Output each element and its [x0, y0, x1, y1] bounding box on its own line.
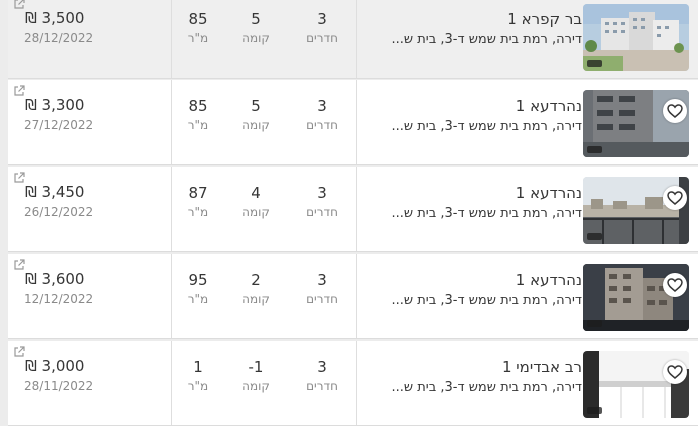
listing-row[interactable]: ₪ 3,300 27/12/2022 85 מ"ר 5 קומה 3 חדרים…	[8, 80, 698, 165]
size-stat: 85 מ"ר	[168, 97, 228, 133]
rooms-label: חדרים	[306, 379, 338, 393]
rooms-value: 3	[317, 97, 327, 115]
column-divider	[356, 254, 357, 338]
floor-stat: 5 קומה	[226, 97, 286, 133]
listing-price: ₪ 3,600	[25, 270, 85, 288]
listing-thumbnail[interactable]	[583, 4, 689, 71]
listing-title: נהרדעא 1	[515, 184, 582, 202]
listing-date: 27/12/2022	[24, 118, 94, 132]
favorite-button[interactable]	[663, 99, 687, 123]
column-divider	[356, 0, 357, 78]
favorite-button[interactable]	[663, 360, 687, 384]
heart-icon	[667, 104, 683, 118]
listing-title: רב אבדימי 1	[501, 358, 582, 376]
rooms-value: 3	[317, 10, 327, 28]
size-label: מ"ר	[187, 205, 209, 219]
size-label: מ"ר	[187, 292, 209, 306]
rooms-label: חדרים	[306, 205, 338, 219]
size-stat: 1 מ"ר	[168, 358, 228, 394]
floor-value: 2	[251, 271, 261, 289]
listing-subtitle: דירה, רמת בית שמש ד-3, בית ש...	[391, 293, 582, 308]
rooms-stat: 3 חדרים	[292, 358, 352, 394]
rooms-stat: 3 חדרים	[292, 10, 352, 46]
listing-subtitle: דירה, רמת בית שמש ד-3, בית ש...	[391, 119, 582, 134]
size-value: 85	[188, 97, 208, 115]
size-value: 1	[193, 358, 203, 376]
floor-label: קומה	[242, 205, 270, 219]
floor-label: קומה	[242, 31, 270, 45]
listing-subtitle: דירה, רמת בית שמש ד-3, בית ש...	[391, 380, 582, 395]
listing-row[interactable]: ₪ 3,600 12/12/2022 95 מ"ר 2 קומה 3 חדרים…	[8, 254, 698, 339]
external-link-icon[interactable]	[13, 172, 25, 184]
rooms-value: 3	[317, 358, 327, 376]
rooms-stat: 3 חדרים	[292, 271, 352, 307]
listing-row[interactable]: ₪ 3,450 26/12/2022 87 מ"ר 4 קומה 3 חדרים…	[8, 167, 698, 252]
size-stat: 85 מ"ר	[168, 10, 228, 46]
floor-label: קומה	[242, 118, 270, 132]
size-value: 85	[188, 10, 208, 28]
listing-date: 26/12/2022	[24, 205, 94, 219]
size-label: מ"ר	[187, 118, 209, 132]
rooms-label: חדרים	[306, 118, 338, 132]
image-count-badge	[587, 407, 602, 414]
listings-feed: ₪ 3,500 28/12/2022 85 מ"ר 5 קומה 3 חדרים…	[0, 0, 698, 426]
image-count-badge	[587, 146, 602, 153]
size-label: מ"ר	[187, 31, 209, 45]
image-count-badge	[587, 320, 602, 327]
listing-price: ₪ 3,000	[25, 357, 85, 375]
rooms-stat: 3 חדרים	[292, 184, 352, 220]
floor-stat: 5 קומה	[226, 10, 286, 46]
column-divider	[356, 167, 357, 251]
listing-subtitle: דירה, רמת בית שמש ד-3, בית ש...	[391, 32, 582, 47]
rooms-label: חדרים	[306, 31, 338, 45]
floor-value: 4	[251, 184, 261, 202]
floor-label: קומה	[242, 292, 270, 306]
size-value: 87	[188, 184, 208, 202]
floor-label: קומה	[242, 379, 270, 393]
listing-date: 12/12/2022	[24, 292, 94, 306]
external-link-icon[interactable]	[13, 259, 25, 271]
floor-value: -1	[248, 358, 264, 376]
listing-price: ₪ 3,500	[25, 9, 85, 27]
heart-icon	[667, 278, 683, 292]
column-divider	[356, 80, 357, 164]
external-link-icon[interactable]	[13, 346, 25, 358]
rooms-value: 3	[317, 184, 327, 202]
listing-row[interactable]: ₪ 3,500 28/12/2022 85 מ"ר 5 קומה 3 חדרים…	[8, 0, 698, 79]
column-divider	[356, 341, 357, 425]
floor-value: 5	[251, 97, 261, 115]
external-link-icon[interactable]	[13, 0, 25, 10]
favorite-button[interactable]	[663, 186, 687, 210]
listing-date: 28/11/2022	[24, 379, 94, 393]
listing-title: נהרדעא 1	[515, 97, 582, 115]
listing-title: בר קפרא 1	[507, 10, 582, 28]
size-stat: 87 מ"ר	[168, 184, 228, 220]
heart-icon	[667, 191, 683, 205]
image-count-badge	[587, 60, 602, 67]
listing-price: ₪ 3,300	[25, 96, 85, 114]
listing-date: 28/12/2022	[24, 31, 94, 45]
floor-stat: 4 קומה	[226, 184, 286, 220]
listing-row[interactable]: ₪ 3,000 28/11/2022 1 מ"ר -1 קומה 3 חדרים…	[8, 341, 698, 426]
size-label: מ"ר	[187, 379, 209, 393]
favorite-button[interactable]	[663, 273, 687, 297]
rooms-label: חדרים	[306, 292, 338, 306]
external-link-icon[interactable]	[13, 85, 25, 97]
rooms-value: 3	[317, 271, 327, 289]
image-count-badge	[587, 233, 602, 240]
listing-price: ₪ 3,450	[25, 183, 85, 201]
listing-subtitle: דירה, רמת בית שמש ד-3, בית ש...	[391, 206, 582, 221]
floor-stat: -1 קומה	[226, 358, 286, 394]
heart-icon	[667, 365, 683, 379]
listing-title: נהרדעא 1	[515, 271, 582, 289]
rooms-stat: 3 חדרים	[292, 97, 352, 133]
floor-value: 5	[251, 10, 261, 28]
floor-stat: 2 קומה	[226, 271, 286, 307]
size-value: 95	[188, 271, 208, 289]
size-stat: 95 מ"ר	[168, 271, 228, 307]
